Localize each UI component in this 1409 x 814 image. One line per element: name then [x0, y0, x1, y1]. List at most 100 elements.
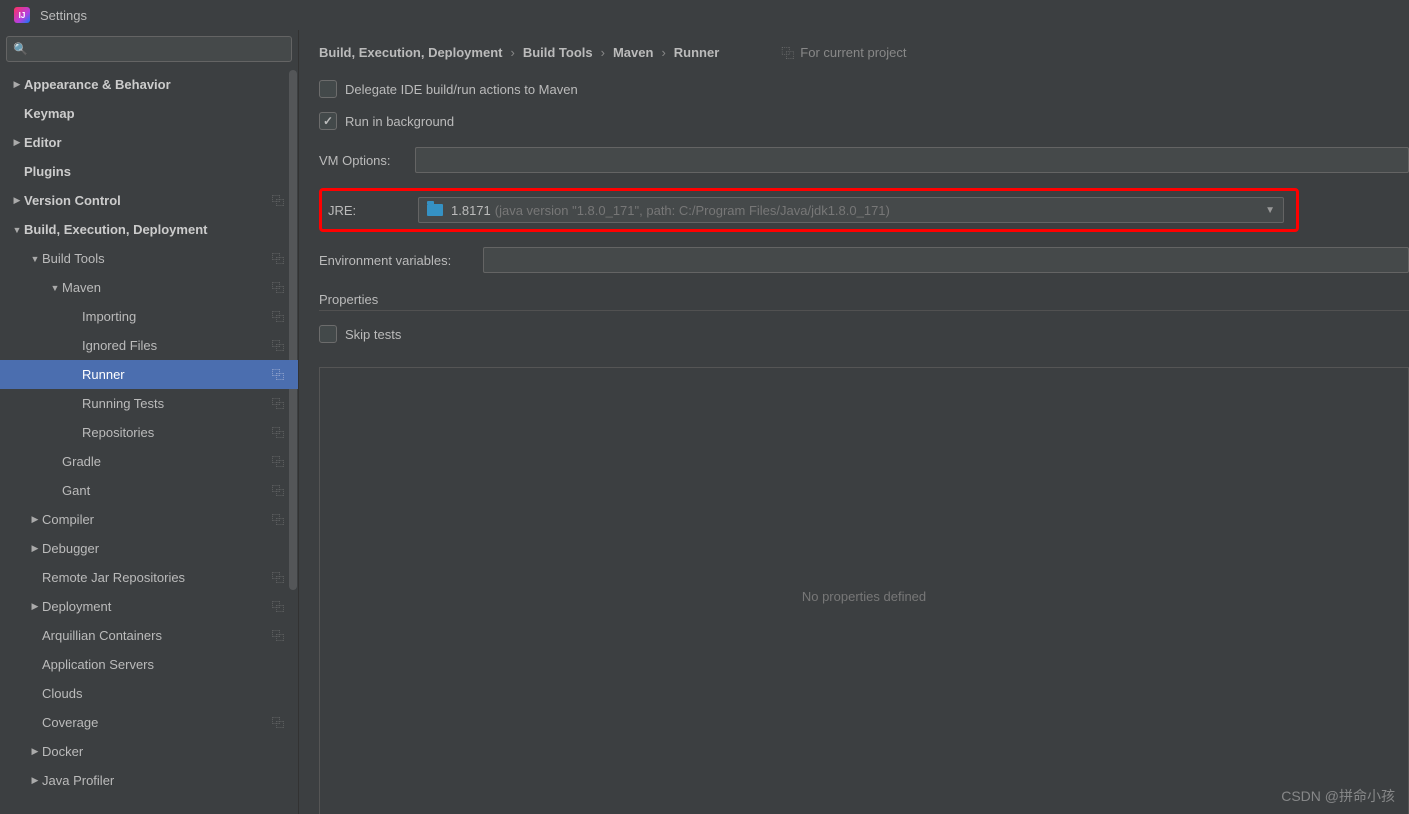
chevron-right-icon: ›: [510, 45, 514, 60]
project-scope-icon: ⿻: [272, 714, 284, 731]
sidebar-item-keymap[interactable]: Keymap: [0, 99, 298, 128]
sidebar-item-appearance-behavior[interactable]: ▶Appearance & Behavior: [0, 70, 298, 99]
sidebar-item-debugger[interactable]: ▶Debugger: [0, 534, 298, 563]
search-input[interactable]: 🔍: [6, 36, 292, 62]
project-scope-icon: ⿻: [272, 192, 284, 209]
chevron-right-icon: ▶: [10, 195, 24, 206]
project-scope-icon: ⿻: [272, 279, 284, 296]
crumb-1[interactable]: Build Tools: [523, 45, 593, 60]
sidebar-item-maven[interactable]: ▼Maven ⿻: [0, 273, 298, 302]
project-scope-icon: ⿻: [272, 627, 284, 644]
sidebar-item-running-tests[interactable]: Running Tests⿻: [0, 389, 298, 418]
chevron-right-icon: ›: [601, 45, 605, 60]
sidebar-item-label: Appearance & Behavior: [24, 77, 171, 92]
project-scope-icon: ⿻: [272, 308, 284, 325]
sidebar-item-plugins[interactable]: Plugins: [0, 157, 298, 186]
chevron-down-icon: ▼: [48, 283, 62, 293]
sidebar-item-label: Ignored Files: [82, 338, 157, 353]
crumb-3[interactable]: Runner: [674, 45, 720, 60]
sidebar-item-gant[interactable]: Gant⿻: [0, 476, 298, 505]
settings-tree[interactable]: ▶Appearance & BehaviorKeymap▶EditorPlugi…: [0, 70, 298, 814]
delegate-row[interactable]: Delegate IDE build/run actions to Maven: [319, 74, 1409, 104]
sidebar-item-repositories[interactable]: Repositories⿻: [0, 418, 298, 447]
sidebar-item-ignored-files[interactable]: Ignored Files ⿻: [0, 331, 298, 360]
sidebar-item-deployment[interactable]: ▶Deployment⿻: [0, 592, 298, 621]
sidebar-item-label: Application Servers: [42, 657, 154, 672]
project-scope-icon: ⿻: [272, 337, 284, 354]
sidebar-item-label: Plugins: [24, 164, 71, 179]
sidebar-item-docker[interactable]: ▶Docker: [0, 737, 298, 766]
chevron-right-icon: ▶: [10, 79, 24, 90]
delegate-label: Delegate IDE build/run actions to Maven: [345, 82, 578, 97]
sidebar-item-label: Arquillian Containers: [42, 628, 162, 643]
chevron-down-icon: ▼: [10, 225, 24, 235]
titlebar: IJ Settings: [0, 0, 1409, 30]
sidebar-item-label: Importing: [82, 309, 136, 324]
background-checkbox[interactable]: [319, 112, 337, 130]
sidebar-item-label: Build, Execution, Deployment: [24, 222, 207, 237]
settings-sidebar: 🔍 ▶Appearance & BehaviorKeymap▶EditorPlu…: [0, 30, 299, 814]
crumb-2[interactable]: Maven: [613, 45, 653, 60]
project-scope-icon: ⿻: [272, 424, 284, 441]
sidebar-item-runner[interactable]: Runner⿻: [0, 360, 298, 389]
sidebar-item-label: Coverage: [42, 715, 98, 730]
search-icon: 🔍: [13, 42, 28, 56]
sidebar-item-label: Docker: [42, 744, 83, 759]
chevron-right-icon: ▶: [10, 137, 24, 148]
copy-icon: ⿻: [781, 43, 794, 62]
skip-tests-checkbox[interactable]: [319, 325, 337, 343]
sidebar-item-label: Compiler: [42, 512, 94, 527]
sidebar-item-label: Running Tests: [82, 396, 164, 411]
chevron-right-icon: ▶: [28, 775, 42, 786]
sidebar-item-editor[interactable]: ▶Editor: [0, 128, 298, 157]
sidebar-item-importing[interactable]: Importing ⿻: [0, 302, 298, 331]
project-scope-icon: ⿻: [272, 569, 284, 586]
sidebar-item-application-servers[interactable]: Application Servers: [0, 650, 298, 679]
sidebar-item-remote-jar-repositories[interactable]: Remote Jar Repositories ⿻: [0, 563, 298, 592]
watermark: CSDN @拼命小孩: [1281, 786, 1395, 806]
chevron-right-icon: ›: [661, 45, 665, 60]
delegate-checkbox[interactable]: [319, 80, 337, 98]
sidebar-item-java-profiler[interactable]: ▶Java Profiler: [0, 766, 298, 795]
project-scope-icon: ⿻: [272, 250, 284, 267]
env-label: Environment variables:: [319, 253, 483, 268]
sidebar-item-label: Keymap: [24, 106, 75, 121]
sidebar-item-label: Remote Jar Repositories: [42, 570, 185, 585]
project-scope-icon: ⿻: [272, 453, 284, 470]
jre-select[interactable]: 1.8171 (java version "1.8.0_171", path: …: [418, 197, 1284, 223]
sidebar-item-gradle[interactable]: Gradle ⿻: [0, 447, 298, 476]
window-title: Settings: [40, 8, 87, 23]
skip-tests-label: Skip tests: [345, 327, 401, 342]
crumb-0[interactable]: Build, Execution, Deployment: [319, 45, 502, 60]
vm-options-input[interactable]: [415, 147, 1409, 173]
jre-value: 1.8171: [451, 203, 491, 218]
no-properties-label: No properties defined: [802, 589, 926, 604]
sidebar-item-label: Runner: [82, 367, 125, 382]
sidebar-item-build-execution-deployment[interactable]: ▼Build, Execution, Deployment: [0, 215, 298, 244]
sidebar-item-label: Gradle: [62, 454, 101, 469]
vm-options-label: VM Options:: [319, 153, 415, 168]
sidebar-item-version-control[interactable]: ▶Version Control ⿻: [0, 186, 298, 215]
background-row[interactable]: Run in background: [319, 106, 1409, 136]
chevron-right-icon: ▶: [28, 543, 42, 554]
sidebar-item-label: Maven: [62, 280, 101, 295]
skip-tests-row[interactable]: Skip tests: [319, 319, 1409, 349]
chevron-right-icon: ▶: [28, 601, 42, 612]
folder-icon: [427, 204, 443, 216]
sidebar-item-label: Clouds: [42, 686, 82, 701]
sidebar-item-label: Version Control: [24, 193, 121, 208]
sidebar-item-compiler[interactable]: ▶Compiler⿻: [0, 505, 298, 534]
settings-content: Build, Execution, Deployment › Build Too…: [299, 30, 1409, 814]
sidebar-item-coverage[interactable]: Coverage ⿻: [0, 708, 298, 737]
sidebar-item-label: Gant: [62, 483, 90, 498]
sidebar-item-arquillian-containers[interactable]: Arquillian Containers ⿻: [0, 621, 298, 650]
env-input[interactable]: [483, 247, 1409, 273]
sidebar-item-build-tools[interactable]: ▼Build Tools⿻: [0, 244, 298, 273]
project-scope-icon: ⿻: [272, 598, 284, 615]
sidebar-item-label: Editor: [24, 135, 62, 150]
sidebar-item-label: Java Profiler: [42, 773, 114, 788]
sidebar-item-clouds[interactable]: Clouds: [0, 679, 298, 708]
chevron-right-icon: ▶: [28, 514, 42, 525]
jre-row-highlight: JRE: 1.8171 (java version "1.8.0_171", p…: [319, 188, 1299, 232]
properties-title: Properties: [319, 292, 1409, 307]
